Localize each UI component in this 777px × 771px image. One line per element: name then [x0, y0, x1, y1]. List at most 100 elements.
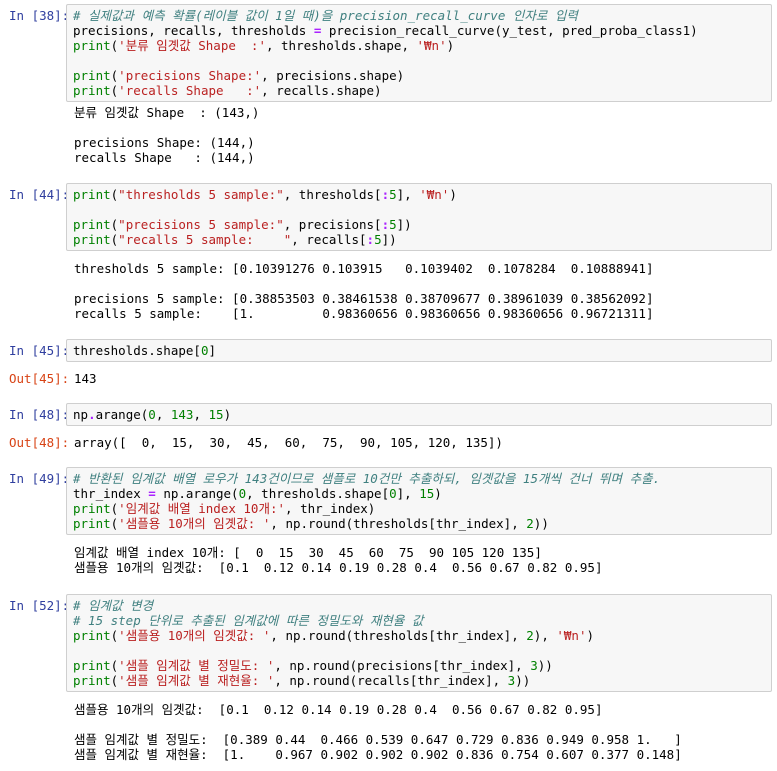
code-token: 5 [374, 232, 382, 247]
code-line: print('분류 임곗값 Shape :', thresholds.shape… [73, 38, 765, 53]
code-token: ), [533, 628, 557, 643]
code-token: , precisions[ [283, 217, 382, 232]
code-token: print [73, 83, 111, 98]
output-line: 샘플 임계값 별 정밀도: [0.389 0.44 0.466 0.539 0.… [74, 732, 682, 747]
code-token: 'precisions Shape:' [118, 68, 262, 83]
code-token: "thresholds 5 sample:" [118, 187, 284, 202]
code-line: print("recalls 5 sample: ", recalls[:5]) [73, 232, 765, 247]
code-token: , thresholds.shape, [265, 38, 417, 53]
code-token: ) [586, 628, 595, 643]
code-token: 0 [238, 486, 247, 501]
code-token: print [73, 68, 111, 83]
code-token: , thresholds[ [283, 187, 382, 202]
code-line: # 임계값 변경 [73, 598, 765, 613]
code-token: ], [396, 486, 420, 501]
code-token: 0 [148, 407, 156, 422]
code-line: print('샘플용 10개의 임곗값: ', np.round(thresho… [73, 628, 765, 643]
cell-output: 샘플용 10개의 임곗값: [0.1 0.12 0.14 0.19 0.28 0… [74, 702, 764, 762]
code-token: "recalls 5 sample: " [118, 232, 292, 247]
code-token: , np.round(thresholds[thr_index], [270, 516, 527, 531]
cell-output: 분류 임곗값 Shape : (143,) precisions Shape: (… [74, 105, 764, 165]
code-token: '분류 임곗값 Shape :' [118, 38, 266, 53]
code-line: # 반환된 임계값 배열 로우가 143건이므로 샘플로 10건만 추출하되, … [73, 471, 765, 486]
code-token: , np.round(recalls[thr_index], [274, 673, 508, 688]
code-token: 'recalls Shape :' [118, 83, 262, 98]
code-token: # 실제값과 예측 확률(레이블 값이 1일 때)을 precision_rec… [73, 8, 578, 23]
input-prompt: In [48]: [9, 407, 70, 422]
code-token: print [73, 232, 111, 247]
code-token: )) [533, 516, 549, 531]
code-token: ]) [396, 217, 412, 232]
code-input-area[interactable]: thresholds.shape[0] [66, 339, 772, 362]
code-token: np [73, 407, 89, 422]
code-token: print [73, 628, 111, 643]
input-prompt: In [49]: [9, 471, 70, 486]
code-token: 5 [389, 217, 397, 232]
output-line: 샘플용 10개의 임곗값: [0.1 0.12 0.14 0.19 0.28 0… [74, 560, 603, 575]
code-token: . [88, 407, 96, 422]
cell-output: array([ 0, 15, 30, 45, 60, 75, 90, 105, … [74, 435, 764, 450]
code-token: ) [223, 407, 232, 422]
output-line: 샘플용 10개의 임곗값: [0.1 0.12 0.14 0.19 0.28 0… [74, 702, 603, 717]
code-line: print("precisions 5 sample:", precisions… [73, 217, 765, 232]
code-input-area[interactable]: # 임계값 변경 # 15 step 단위로 추출된 임계값에 따른 정밀도와 재… [66, 594, 772, 692]
code-token: # 임계값 변경 [73, 598, 154, 613]
code-token: , recalls[ [291, 232, 367, 247]
code-input-area[interactable]: print("thresholds 5 sample:", thresholds… [66, 183, 772, 251]
code-token: # 반환된 임계값 배열 로우가 143건이므로 샘플로 10건만 추출하되, … [73, 471, 661, 486]
code-line: print("thresholds 5 sample:", thresholds… [73, 187, 765, 202]
code-token: 0 [389, 486, 397, 501]
code-token: , precisions.shape) [261, 68, 405, 83]
code-token: print [73, 501, 111, 516]
code-token: # 15 step 단위로 추출된 임계값에 따른 정밀도와 재현율 값 [73, 613, 424, 628]
code-input-area[interactable]: # 실제값과 예측 확률(레이블 값이 1일 때)을 precision_rec… [66, 4, 772, 102]
cell-output: thresholds 5 sample: [0.10391276 0.10391… [74, 261, 764, 321]
output-line: 샘플 임계값 별 재현율: [1. 0.967 0.902 0.902 0.90… [74, 747, 682, 762]
code-token: print [73, 658, 111, 673]
code-token: '₩n' [556, 628, 587, 643]
code-token: )) [537, 658, 553, 673]
code-token: '샘플용 10개의 임곗값: ' [118, 516, 271, 531]
code-token: print [73, 673, 111, 688]
cell-output: 임계값 배열 index 10개: [ 0 15 30 45 60 75 90 … [74, 545, 764, 575]
code-line: print('recalls Shape :', recalls.shape) [73, 83, 765, 98]
code-line: print('샘플용 10개의 임곗값: ', np.round(thresho… [73, 516, 765, 531]
code-token: arange( [95, 407, 149, 422]
input-prompt: In [44]: [9, 187, 70, 202]
code-token: '샘플 임계값 별 정밀도: ' [118, 658, 275, 673]
code-token: '₩n' [419, 187, 450, 202]
code-token: thr_index [73, 486, 149, 501]
code-input-area[interactable]: np.arange(0, 143, 15) [66, 403, 772, 426]
code-token: '임계값 배열 index 10개:' [118, 501, 286, 516]
code-token: , np.round(thresholds[thr_index], [270, 628, 527, 643]
code-token: "precisions 5 sample:" [118, 217, 284, 232]
input-prompt: In [45]: [9, 343, 70, 358]
code-token: '₩n' [416, 38, 447, 53]
input-prompt: In [52]: [9, 598, 70, 613]
code-token: precisions, recalls, thresholds [73, 23, 314, 38]
code-token: 2 [526, 516, 534, 531]
code-token: , recalls.shape) [261, 83, 382, 98]
code-line: np.arange(0, 143, 15) [73, 407, 765, 422]
code-token: 3 [530, 658, 538, 673]
code-line: print('precisions Shape:', precisions.sh… [73, 68, 765, 83]
code-line: # 실제값과 예측 확률(레이블 값이 1일 때)을 precision_rec… [73, 8, 765, 23]
output-prompt: Out[45]: [9, 371, 70, 386]
code-token: 15 [419, 486, 435, 501]
code-input-area[interactable]: # 반환된 임계값 배열 로우가 143건이므로 샘플로 10건만 추출하되, … [66, 467, 772, 535]
code-token: 5 [389, 187, 397, 202]
code-line: thresholds.shape[0] [73, 343, 765, 358]
code-token: : [366, 232, 375, 247]
code-token: , thresholds.shape[ [246, 486, 390, 501]
code-line: print('샘플 임계값 별 재현율: ', np.round(recalls… [73, 673, 765, 688]
code-token: 15 [208, 407, 224, 422]
code-line: # 15 step 단위로 추출된 임계값에 따른 정밀도와 재현율 값 [73, 613, 765, 628]
code-token: print [73, 187, 111, 202]
code-token: ]) [381, 232, 397, 247]
output-line: precisions Shape: (144,) [74, 135, 255, 150]
